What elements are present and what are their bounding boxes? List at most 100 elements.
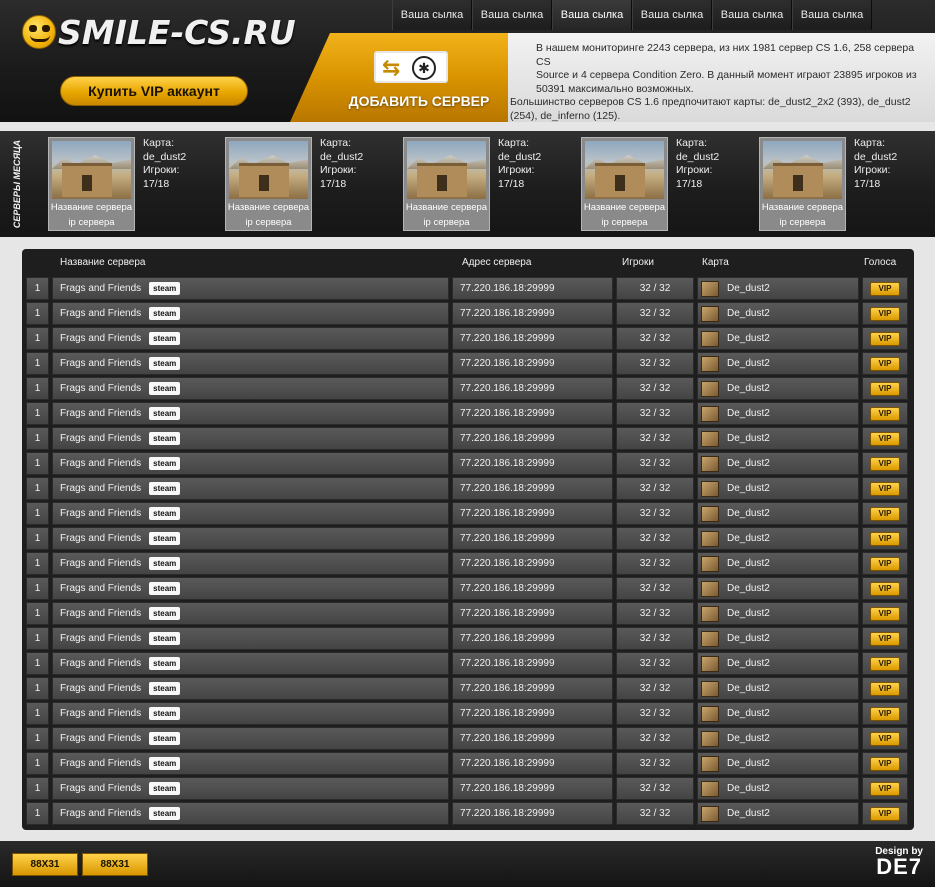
vip-vote-button[interactable]: VIP	[870, 356, 900, 371]
server-name[interactable]: Frags and Friends	[60, 658, 141, 669]
vip-vote-button[interactable]: VIP	[870, 456, 900, 471]
server-name[interactable]: Frags and Friends	[60, 508, 141, 519]
table-row[interactable]: 1 Frags and Friends steam 77.220.186.18:299…	[26, 627, 908, 650]
vip-vote-button[interactable]: VIP	[870, 681, 900, 696]
server-address[interactable]: 77.220.186.18:29999	[452, 377, 613, 400]
table-row[interactable]: 1 Frags and Friends steam 77.220.186.18:299…	[26, 477, 908, 500]
top-link-3[interactable]: Ваша сылка	[552, 0, 632, 30]
server-name-cell[interactable]: Frags and Friends steam	[52, 277, 449, 300]
vip-vote-button[interactable]: VIP	[870, 431, 900, 446]
server-name[interactable]: Frags and Friends	[60, 783, 141, 794]
server-name[interactable]: Frags and Friends	[60, 533, 141, 544]
vip-vote-button[interactable]: VIP	[870, 556, 900, 571]
server-address[interactable]: 77.220.186.18:29999	[452, 427, 613, 450]
server-address[interactable]: 77.220.186.18:29999	[452, 477, 613, 500]
server-name-cell[interactable]: Frags and Friends steam	[52, 527, 449, 550]
server-name[interactable]: Frags and Friends	[60, 283, 141, 294]
month-server-card[interactable]: Название сервера ip сервера Карта: de_du…	[581, 137, 751, 231]
server-name-cell[interactable]: Frags and Friends steam	[52, 502, 449, 525]
server-name-cell[interactable]: Frags and Friends steam	[52, 677, 449, 700]
top-link-2[interactable]: Ваша сылка	[472, 0, 552, 30]
server-address[interactable]: 77.220.186.18:29999	[452, 677, 613, 700]
top-link-6[interactable]: Ваша сылка	[792, 0, 872, 30]
server-address[interactable]: 77.220.186.18:29999	[452, 552, 613, 575]
table-row[interactable]: 1 Frags and Friends steam 77.220.186.18:299…	[26, 752, 908, 775]
server-name[interactable]: Frags and Friends	[60, 383, 141, 394]
server-address[interactable]: 77.220.186.18:29999	[452, 652, 613, 675]
vip-vote-button[interactable]: VIP	[870, 381, 900, 396]
month-server-card[interactable]: Название сервера ip сервера Карта: de_du…	[225, 137, 395, 231]
vip-vote-button[interactable]: VIP	[870, 806, 900, 821]
vip-vote-button[interactable]: VIP	[870, 506, 900, 521]
vip-vote-button[interactable]: VIP	[870, 656, 900, 671]
table-row[interactable]: 1 Frags and Friends steam 77.220.186.18:299…	[26, 577, 908, 600]
server-address[interactable]: 77.220.186.18:29999	[452, 727, 613, 750]
server-name[interactable]: Frags and Friends	[60, 558, 141, 569]
server-name[interactable]: Frags and Friends	[60, 808, 141, 819]
table-row[interactable]: 1 Frags and Friends steam 77.220.186.18:299…	[26, 302, 908, 325]
table-row[interactable]: 1 Frags and Friends steam 77.220.186.18:299…	[26, 377, 908, 400]
table-row[interactable]: 1 Frags and Friends steam 77.220.186.18:299…	[26, 552, 908, 575]
vip-vote-button[interactable]: VIP	[870, 731, 900, 746]
server-name[interactable]: Frags and Friends	[60, 733, 141, 744]
vip-vote-button[interactable]: VIP	[870, 331, 900, 346]
server-name[interactable]: Frags and Friends	[60, 708, 141, 719]
server-address[interactable]: 77.220.186.18:29999	[452, 402, 613, 425]
month-server-card[interactable]: Название сервера ip сервера Карта: de_du…	[48, 137, 218, 231]
server-name[interactable]: Frags and Friends	[60, 633, 141, 644]
server-name-cell[interactable]: Frags and Friends steam	[52, 427, 449, 450]
server-name[interactable]: Frags and Friends	[60, 483, 141, 494]
server-name[interactable]: Frags and Friends	[60, 333, 141, 344]
server-name[interactable]: Frags and Friends	[60, 458, 141, 469]
server-address[interactable]: 77.220.186.18:29999	[452, 352, 613, 375]
server-name-cell[interactable]: Frags and Friends steam	[52, 777, 449, 800]
vip-vote-button[interactable]: VIP	[870, 706, 900, 721]
server-name-cell[interactable]: Frags and Friends steam	[52, 477, 449, 500]
server-address[interactable]: 77.220.186.18:29999	[452, 602, 613, 625]
server-address[interactable]: 77.220.186.18:29999	[452, 502, 613, 525]
table-row[interactable]: 1 Frags and Friends steam 77.220.186.18:299…	[26, 677, 908, 700]
server-address[interactable]: 77.220.186.18:29999	[452, 777, 613, 800]
vip-vote-button[interactable]: VIP	[870, 756, 900, 771]
server-name[interactable]: Frags and Friends	[60, 608, 141, 619]
vip-vote-button[interactable]: VIP	[870, 631, 900, 646]
server-name-cell[interactable]: Frags and Friends steam	[52, 727, 449, 750]
header-votes[interactable]: Голоса	[864, 257, 896, 268]
buy-vip-button[interactable]: Купить VIP аккаунт	[60, 76, 248, 106]
table-row[interactable]: 1 Frags and Friends steam 77.220.186.18:299…	[26, 602, 908, 625]
server-name[interactable]: Frags and Friends	[60, 758, 141, 769]
server-name-cell[interactable]: Frags and Friends steam	[52, 577, 449, 600]
table-row[interactable]: 1 Frags and Friends steam 77.220.186.18:299…	[26, 277, 908, 300]
server-name-cell[interactable]: Frags and Friends steam	[52, 802, 449, 825]
table-row[interactable]: 1 Frags and Friends steam 77.220.186.18:299…	[26, 777, 908, 800]
top-link-4[interactable]: Ваша сылка	[632, 0, 712, 30]
table-row[interactable]: 1 Frags and Friends steam 77.220.186.18:299…	[26, 427, 908, 450]
server-name[interactable]: Frags and Friends	[60, 433, 141, 444]
server-name-cell[interactable]: Frags and Friends steam	[52, 402, 449, 425]
vip-vote-button[interactable]: VIP	[870, 306, 900, 321]
server-address[interactable]: 77.220.186.18:29999	[452, 802, 613, 825]
vip-vote-button[interactable]: VIP	[870, 281, 900, 296]
top-link-1[interactable]: Ваша сылка	[392, 0, 472, 30]
server-address[interactable]: 77.220.186.18:29999	[452, 302, 613, 325]
server-address[interactable]: 77.220.186.18:29999	[452, 277, 613, 300]
table-row[interactable]: 1 Frags and Friends steam 77.220.186.18:299…	[26, 502, 908, 525]
header-server-name[interactable]: Название сервера	[60, 257, 145, 268]
header-map[interactable]: Карта	[702, 257, 729, 268]
table-row[interactable]: 1 Frags and Friends steam 77.220.186.18:299…	[26, 802, 908, 825]
month-server-card[interactable]: Название сервера ip сервера Карта: de_du…	[403, 137, 573, 231]
server-name-cell[interactable]: Frags and Friends steam	[52, 302, 449, 325]
table-row[interactable]: 1 Frags and Friends steam 77.220.186.18:299…	[26, 702, 908, 725]
designer-brand[interactable]: DE7	[875, 856, 923, 878]
month-server-card[interactable]: Название сервера ip сервера Карта: de_du…	[759, 137, 929, 231]
server-address[interactable]: 77.220.186.18:29999	[452, 327, 613, 350]
server-name-cell[interactable]: Frags and Friends steam	[52, 602, 449, 625]
server-name-cell[interactable]: Frags and Friends steam	[52, 327, 449, 350]
server-address[interactable]: 77.220.186.18:29999	[452, 702, 613, 725]
table-row[interactable]: 1 Frags and Friends steam 77.220.186.18:299…	[26, 652, 908, 675]
banner-88x31-button[interactable]: 88X31	[12, 853, 78, 876]
top-link-5[interactable]: Ваша сылка	[712, 0, 792, 30]
table-row[interactable]: 1 Frags and Friends steam 77.220.186.18:299…	[26, 727, 908, 750]
server-name-cell[interactable]: Frags and Friends steam	[52, 377, 449, 400]
server-name[interactable]: Frags and Friends	[60, 358, 141, 369]
